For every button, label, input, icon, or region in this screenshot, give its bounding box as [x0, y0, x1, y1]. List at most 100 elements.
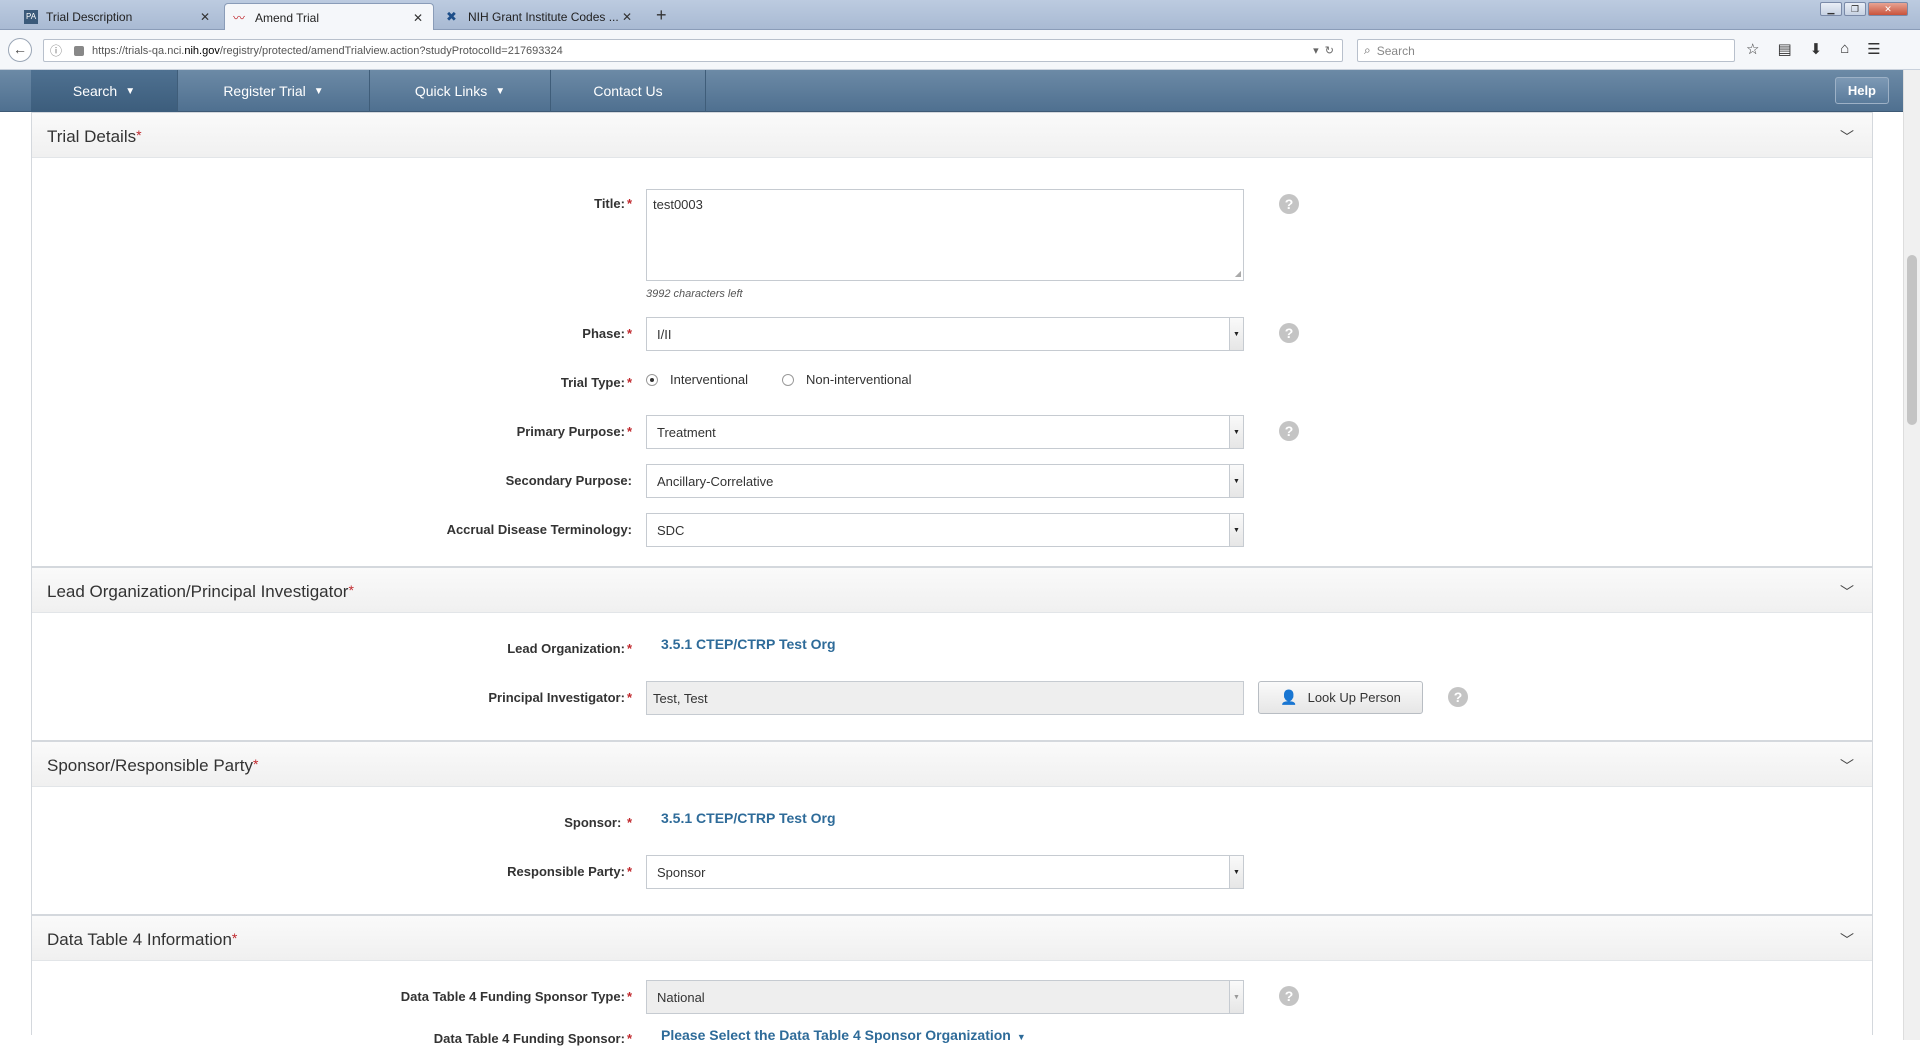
- maximize-icon[interactable]: ❐: [1844, 2, 1866, 16]
- browser-tab-amend-trial[interactable]: 〰 Amend Trial ✕: [224, 3, 434, 31]
- label-text: Lead Organization:: [507, 641, 625, 656]
- browser-tab-nih-codes[interactable]: ✖ NIH Grant Institute Codes ... ✕: [438, 3, 642, 30]
- bookmark-star-icon[interactable]: ☆: [1746, 40, 1759, 58]
- trial-details-section: Trial Details* ﹀ Title: * test0003 ◢ ? 39…: [31, 112, 1873, 567]
- help-question-icon[interactable]: ?: [1279, 194, 1299, 214]
- section-title-text: Data Table 4 Information: [47, 930, 232, 949]
- section-header[interactable]: Sponsor/Responsible Party* ﹀: [32, 741, 1872, 787]
- caret-down-icon: ▼: [495, 85, 506, 97]
- person-icon: 👤: [1280, 689, 1298, 705]
- menu-search[interactable]: Search ▼: [31, 70, 178, 112]
- look-up-person-button[interactable]: 👤 Look Up Person: [1258, 681, 1423, 714]
- new-tab-icon[interactable]: +: [656, 5, 667, 26]
- menu-contact-us[interactable]: Contact Us: [551, 70, 706, 112]
- required-marker: *: [626, 1031, 632, 1046]
- required-marker: *: [626, 641, 632, 656]
- form-content: Trial Details* ﹀ Title: * test0003 ◢ ? 39…: [31, 112, 1873, 1046]
- tab-label: NIH Grant Institute Codes ...: [468, 9, 619, 24]
- trial-type-label: Trial Type: *: [561, 375, 632, 390]
- section-title-text: Lead Organization/Principal Investigator: [47, 582, 349, 601]
- phase-label: Phase: *: [582, 326, 632, 341]
- section-title-text: Sponsor/Responsible Party: [47, 756, 254, 775]
- url-bar[interactable]: ⓘ https://trials-qa.nci. nih.gov/registry…: [43, 39, 1343, 62]
- browser-tab-bar: PA Trial Description ✕ 〰 Amend Trial ✕ ✖…: [0, 0, 1920, 31]
- primary-purpose-label: Primary Purpose: *: [517, 424, 632, 439]
- chart-favicon-icon: 〰: [233, 10, 246, 25]
- title-textarea[interactable]: test0003 ◢: [646, 189, 1244, 281]
- caret-down-icon: ▼: [313, 85, 324, 97]
- download-icon[interactable]: ⬇: [1810, 40, 1823, 58]
- search-placeholder: Search: [1376, 43, 1415, 58]
- label-text: Principal Investigator:: [488, 690, 625, 705]
- menu-register-trial[interactable]: Register Trial ▼: [178, 70, 370, 112]
- section-header[interactable]: Trial Details* ﹀: [32, 112, 1872, 158]
- url-prefix: https://trials-qa.nci.: [92, 44, 185, 57]
- select-funding-sponsor-link[interactable]: Please Select the Data Table 4 Sponsor O…: [661, 1027, 1026, 1043]
- menu-quick-links[interactable]: Quick Links ▼: [370, 70, 551, 112]
- section-title: Lead Organization/Principal Investigator…: [47, 582, 354, 602]
- accrual-terminology-select[interactable]: SDC ▼: [646, 513, 1244, 547]
- minimize-icon[interactable]: ▁: [1820, 2, 1842, 16]
- resize-grip-icon[interactable]: ◢: [1235, 269, 1241, 278]
- chevron-down-icon[interactable]: ﹀: [1840, 756, 1854, 776]
- browser-search-input[interactable]: ⌕ Search: [1357, 39, 1735, 62]
- lead-organization-link[interactable]: 3.5.1 CTEP/CTRP Test Org: [661, 636, 836, 652]
- chevron-down-icon[interactable]: ﹀: [1840, 582, 1854, 602]
- phase-select[interactable]: I/II ▼: [646, 317, 1244, 351]
- secondary-purpose-select[interactable]: Ancillary-Correlative ▼: [646, 464, 1244, 498]
- menu-label: Search: [72, 83, 118, 99]
- label-text: Sponsor:: [564, 815, 622, 830]
- radio-interventional[interactable]: Interventional: [646, 372, 748, 387]
- hamburger-menu-icon[interactable]: ☰: [1867, 40, 1880, 58]
- radio-unchecked-icon[interactable]: [782, 373, 794, 386]
- section-title: Trial Details*: [47, 127, 142, 147]
- section-header[interactable]: Data Table 4 Information* ﹀: [32, 915, 1872, 961]
- lock-icon: [74, 45, 85, 56]
- responsible-party-label: Responsible Party: *: [507, 864, 632, 879]
- dropdown-arrow-icon: ▼: [1229, 465, 1243, 497]
- scrollbar-thumb[interactable]: [1907, 255, 1917, 425]
- secondary-purpose-label: Secondary Purpose:: [505, 473, 632, 488]
- required-marker: *: [626, 864, 632, 879]
- primary-purpose-select[interactable]: Treatment ▼: [646, 415, 1244, 449]
- home-icon[interactable]: ⌂: [1840, 40, 1849, 58]
- chevron-down-icon[interactable]: ﹀: [1840, 930, 1854, 950]
- help-button[interactable]: Help: [1834, 77, 1889, 104]
- page-scrollbar[interactable]: [1903, 70, 1920, 1040]
- help-question-icon[interactable]: ?: [1279, 323, 1299, 343]
- funding-sponsor-label: Data Table 4 Funding Sponsor: *: [434, 1031, 632, 1046]
- help-question-icon[interactable]: ?: [1279, 986, 1299, 1006]
- pa-favicon-icon: PA: [24, 9, 38, 24]
- caret-down-icon: ▼: [1016, 1032, 1026, 1042]
- tab-close-icon[interactable]: ✕: [411, 11, 425, 25]
- browser-tab-trial-description[interactable]: PA Trial Description ✕: [16, 3, 220, 30]
- sponsor-label: Sponsor: *: [564, 815, 632, 830]
- required-marker: *: [626, 196, 632, 211]
- sponsor-link[interactable]: 3.5.1 CTEP/CTRP Test Org: [661, 810, 836, 826]
- help-question-icon[interactable]: ?: [1279, 421, 1299, 441]
- radio-checked-icon[interactable]: [646, 373, 658, 386]
- dropdown-arrow-icon: ▼: [1229, 856, 1243, 888]
- responsible-party-select[interactable]: Sponsor ▼: [646, 855, 1244, 889]
- lead-organization-section: Lead Organization/Principal Investigator…: [31, 567, 1873, 741]
- url-host: nih.gov: [184, 44, 220, 57]
- radio-non-interventional[interactable]: Non-interventional: [782, 372, 912, 387]
- data-table-4-section: Data Table 4 Information* ﹀ Data Table 4…: [31, 915, 1873, 1046]
- section-title: Sponsor/Responsible Party*: [47, 756, 258, 776]
- back-arrow-icon[interactable]: ←: [8, 38, 32, 62]
- lead-organization-label: Lead Organization: *: [507, 641, 632, 656]
- funding-sponsor-type-label: Data Table 4 Funding Sponsor Type: *: [401, 989, 632, 1004]
- browser-toolbar-icons: ☆ ▤ ⬇ ⌂ ☰: [1746, 40, 1881, 58]
- principal-investigator-value: Test, Test: [653, 690, 708, 706]
- title-label: Title: *: [594, 196, 632, 211]
- info-icon[interactable]: ⓘ: [50, 42, 62, 59]
- tab-close-icon[interactable]: ✕: [198, 10, 212, 24]
- tab-close-icon[interactable]: ✕: [620, 10, 634, 24]
- reading-list-icon[interactable]: ▤: [1777, 40, 1791, 58]
- window-close-icon[interactable]: ✕: [1868, 2, 1908, 16]
- chars-left-hint: 3992 characters left: [646, 288, 743, 300]
- section-header[interactable]: Lead Organization/Principal Investigator…: [32, 567, 1872, 613]
- reload-icon[interactable]: ▾ ↻: [1313, 44, 1334, 57]
- help-question-icon[interactable]: ?: [1448, 687, 1468, 707]
- chevron-down-icon[interactable]: ﹀: [1840, 127, 1854, 147]
